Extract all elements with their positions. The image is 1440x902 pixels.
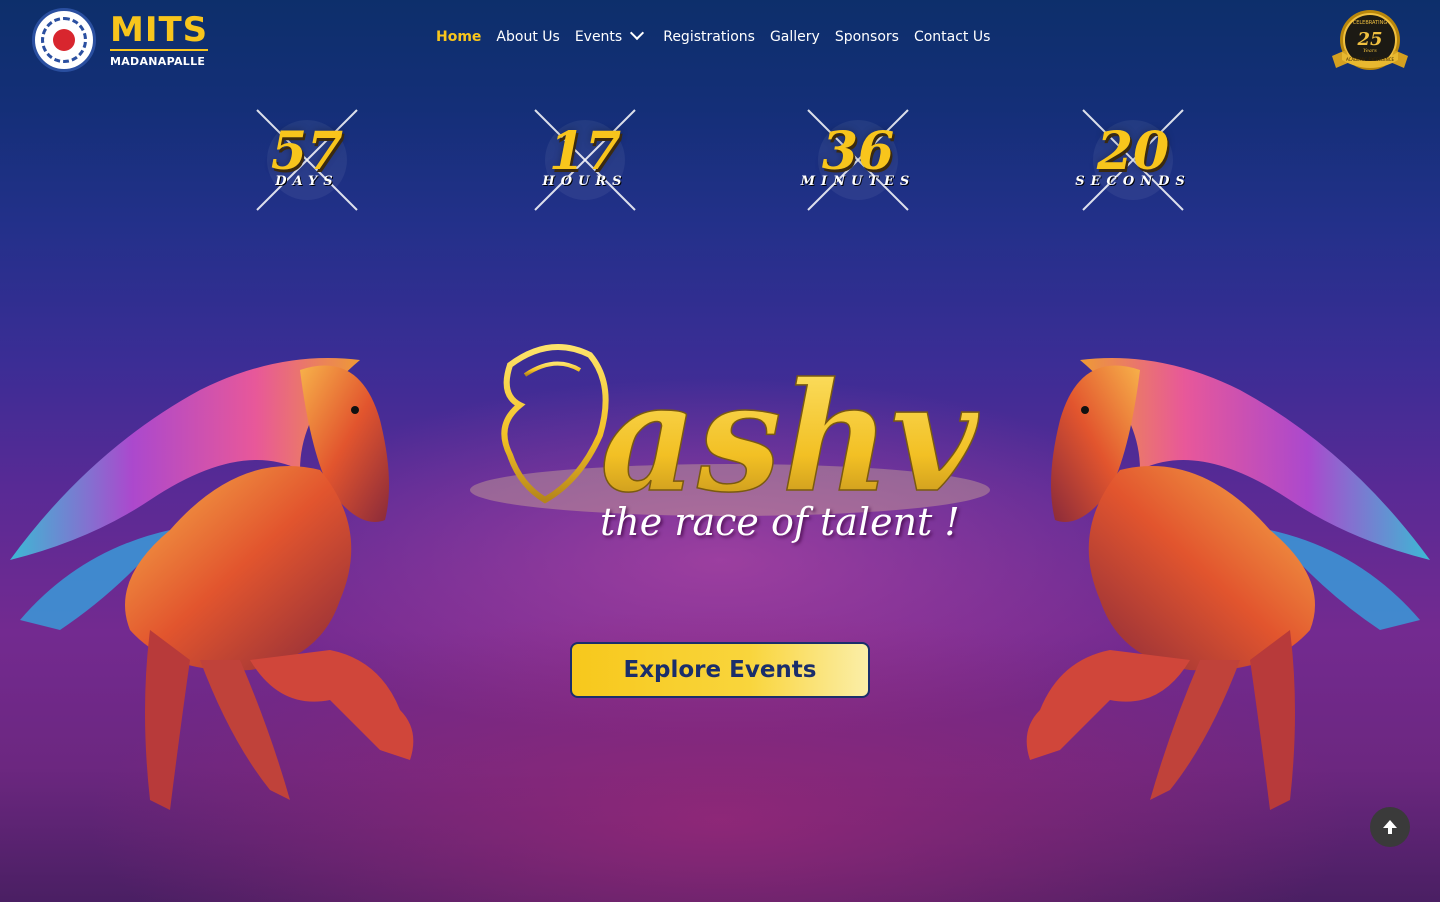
- celebrating-25-years-badge: CELEBRATING 25 Years ACADEMIC EXCELLENCE: [1332, 10, 1408, 70]
- explore-events-button[interactable]: Explore Events: [570, 642, 870, 698]
- countdown-days-value: 57: [270, 121, 344, 182]
- svg-text:Years: Years: [1363, 48, 1377, 54]
- college-seal-icon: [32, 8, 96, 72]
- nav-events[interactable]: Events: [574, 25, 645, 45]
- horse-illustration-right: [1026, 358, 1430, 810]
- nav-events-label: Events: [574, 29, 623, 45]
- nav-about-us[interactable]: About Us: [496, 29, 559, 45]
- countdown-minutes-label: MINUTES: [800, 174, 916, 189]
- countdown-seconds: 20 SECONDS: [1033, 109, 1233, 211]
- nav-contact-us[interactable]: Contact Us: [914, 29, 990, 45]
- arrow-up-icon: [1383, 820, 1397, 834]
- svg-text:ACADEMIC EXCELLENCE: ACADEMIC EXCELLENCE: [1346, 57, 1395, 62]
- chevron-down-icon: [630, 25, 645, 41]
- nav-home[interactable]: Home: [436, 29, 481, 45]
- site-header: MITS MADANAPALLE Home About Us Events Re…: [0, 0, 1440, 80]
- svg-text:CELEBRATING: CELEBRATING: [1353, 20, 1388, 26]
- countdown-days-label: DAYS: [275, 174, 339, 189]
- main-nav: Home About Us Events Registrations Galle…: [436, 25, 1005, 45]
- nav-gallery[interactable]: Gallery: [770, 29, 820, 45]
- hero-tagline: the race of talent !: [600, 500, 960, 544]
- horse-illustration-left: [10, 358, 414, 810]
- nav-registrations[interactable]: Registrations: [663, 29, 755, 45]
- mits-logo[interactable]: MITS MADANAPALLE: [32, 8, 209, 72]
- logo-title: MITS: [110, 9, 209, 51]
- countdown-hours: 17 HOURS: [485, 109, 685, 211]
- nav-sponsors[interactable]: Sponsors: [835, 29, 899, 45]
- countdown-seconds-value: 20: [1096, 121, 1170, 182]
- countdown-hours-label: HOURS: [542, 174, 628, 189]
- svg-text:25: 25: [1356, 29, 1382, 50]
- countdown-minutes: 36 MINUTES: [758, 109, 958, 211]
- countdown-hours-value: 17: [548, 121, 622, 182]
- scroll-to-top-button[interactable]: [1370, 807, 1410, 847]
- countdown-days: 57 DAYS: [207, 109, 407, 211]
- countdown-minutes-value: 36: [821, 121, 895, 182]
- logo-subtitle: MADANAPALLE: [110, 54, 206, 68]
- countdown-seconds-label: SECONDS: [1075, 174, 1191, 189]
